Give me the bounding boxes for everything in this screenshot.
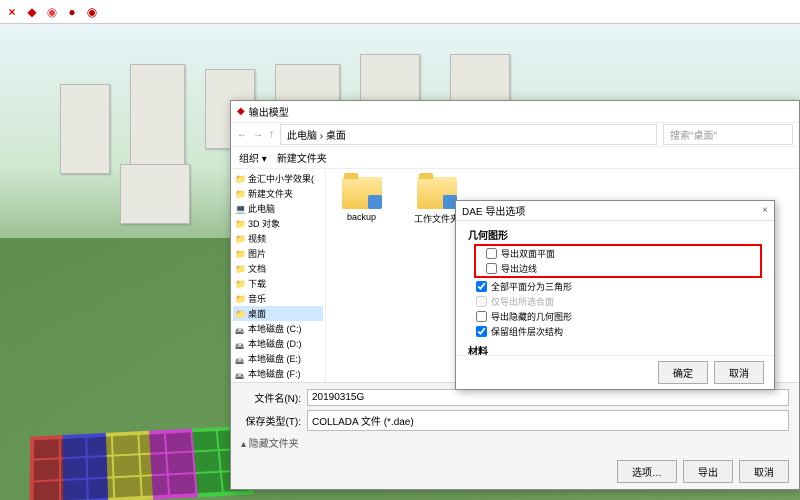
filename-label: 文件名(N): [241,390,301,405]
tree-label: 本地磁盘 (C:) [248,322,302,335]
tree-item[interactable]: 📁音乐 [233,291,323,306]
tool-ruby-icon-2[interactable]: ◉ [44,4,60,20]
nav-up-icon[interactable]: ↑ [269,129,274,140]
tool-ruby-icon-3[interactable]: ● [64,4,80,20]
chk-preserve-hierarchy[interactable]: 保留组件层次结构 [468,324,762,339]
ok-button[interactable]: 确定 [658,361,708,384]
tree-label: 此电脑 [248,202,275,215]
disk-icon: 🖴 [235,369,245,379]
tree-label: 3D 对象 [248,217,280,230]
dae-export-options-dialog: DAE 导出选项 × 几何图形 导出双面平面 导出边线 全部平面分为三角形 仅导… [455,200,775,390]
folder-icon: 📁 [235,219,245,229]
tree-item[interactable]: 🖴本地磁盘 (C:) [233,321,323,336]
tool-close-icon[interactable]: × [4,4,20,20]
tree-item[interactable]: 📁下载 [233,276,323,291]
tree-item[interactable]: 🖴本地磁盘 (E:) [233,351,323,366]
folder-icon: 📁 [235,264,245,274]
material-header: 材料 [468,343,762,355]
dialog-titlebar: ◆ 输出模型 [231,101,799,123]
close-icon[interactable]: × [762,205,768,216]
chk-export-edges[interactable]: 导出边线 [478,261,758,276]
folder-icon [342,177,382,209]
dialog-bottom: 文件名(N): 保存类型(T): COLLADA 文件 (*.dae) ▴ 隐藏… [231,382,799,456]
chk-hidden-geom[interactable]: 导出隐藏的几何图形 [468,309,762,324]
disk-icon: 🖴 [235,339,245,349]
tree-label: 本地磁盘 (E:) [248,352,301,365]
tree-item[interactable]: 📁图片 [233,246,323,261]
tree-label: 视频 [248,232,266,245]
chk-selection-only: 仅导出所选合面 [468,294,762,309]
options-title: DAE 导出选项 [462,203,525,218]
main-toolbar: × ◆ ◉ ● ◉ [0,0,800,24]
tool-ruby-icon-4[interactable]: ◉ [84,4,100,20]
options-button[interactable]: 选项… [617,460,677,483]
tree-item[interactable]: 🖴本地磁盘 (D:) [233,336,323,351]
geometry-header: 几何图形 [468,227,762,242]
path-breadcrumb[interactable]: 此电脑 › 桌面 [280,124,657,145]
chk-two-sided[interactable]: 导出双面平面 [478,246,758,261]
building [120,164,190,224]
tree-label: 桌面 [248,307,266,320]
folder-item[interactable]: backup [334,177,389,222]
options-cancel-button[interactable]: 取消 [714,361,764,384]
tree-label: 金汇中小学效果( [248,172,314,185]
tree-label: 新建文件夹 [248,187,293,200]
tree-item[interactable]: 📁3D 对象 [233,216,323,231]
filetype-combo[interactable]: COLLADA 文件 (*.dae) [307,410,789,431]
folder-icon: 📁 [235,279,245,289]
app-icon: ◆ [237,106,245,117]
folder-icon: 📁 [235,249,245,259]
tree-label: 文档 [248,262,266,275]
cancel-button[interactable]: 取消 [739,460,789,483]
dialog-navbar: ← → ↑ 此电脑 › 桌面 搜索"桌面" [231,123,799,147]
filetype-label: 保存类型(T): [241,413,301,428]
tree-item[interactable]: 📁文档 [233,261,323,276]
dialog-actions: 选项… 导出 取消 [231,456,799,489]
tree-label: 图片 [248,247,266,260]
hide-folders-toggle[interactable]: ▴ 隐藏文件夹 [241,435,789,450]
file-name: backup [347,212,376,222]
folder-tree[interactable]: 📁金汇中小学效果(📁新建文件夹💻此电脑📁3D 对象📁视频📁图片📁文档📁下载📁音乐… [231,169,326,382]
folder-icon: 📁 [235,174,245,184]
tree-item[interactable]: 💻此电脑 [233,201,323,216]
tree-item[interactable]: 📁金汇中小学效果( [233,171,323,186]
folder-icon: 📁 [235,189,245,199]
pc-icon: 💻 [235,204,245,214]
dialog-toolbar: 组织 ▾ 新建文件夹 [231,147,799,169]
search-input[interactable]: 搜索"桌面" [663,124,793,145]
tree-item[interactable]: 📁新建文件夹 [233,186,323,201]
options-titlebar: DAE 导出选项 × [456,201,774,221]
options-actions: 确定 取消 [456,355,774,389]
filename-input[interactable] [307,389,789,406]
dialog-title: 输出模型 [249,104,289,119]
colorful-building [29,426,253,500]
tree-item[interactable]: 📁视频 [233,231,323,246]
highlighted-options: 导出双面平面 导出边线 [474,244,762,278]
tree-item[interactable]: 📁桌面 [233,306,323,321]
folder-icon: 📁 [235,309,245,319]
tool-ruby-icon-1[interactable]: ◆ [24,4,40,20]
chk-triangulate[interactable]: 全部平面分为三角形 [468,279,762,294]
building [130,64,185,174]
nav-back-icon[interactable]: ← [237,129,247,140]
building [60,84,110,174]
tree-label: 本地磁盘 (D:) [248,337,302,350]
folder-icon: 📁 [235,294,245,304]
tree-label: 本地磁盘 (F:) [248,367,301,380]
folder-icon: 📁 [235,234,245,244]
organize-menu[interactable]: 组织 ▾ [239,150,267,165]
disk-icon: 🖴 [235,354,245,364]
file-name: 工作文件夹 [414,212,459,225]
folder-icon [417,177,457,209]
tree-item[interactable]: 🖴本地磁盘 (F:) [233,366,323,381]
disk-icon: 🖴 [235,324,245,334]
nav-fwd-icon[interactable]: → [253,129,263,140]
tree-label: 音乐 [248,292,266,305]
new-folder-button[interactable]: 新建文件夹 [277,150,327,165]
tree-label: 下载 [248,277,266,290]
export-button[interactable]: 导出 [683,460,733,483]
